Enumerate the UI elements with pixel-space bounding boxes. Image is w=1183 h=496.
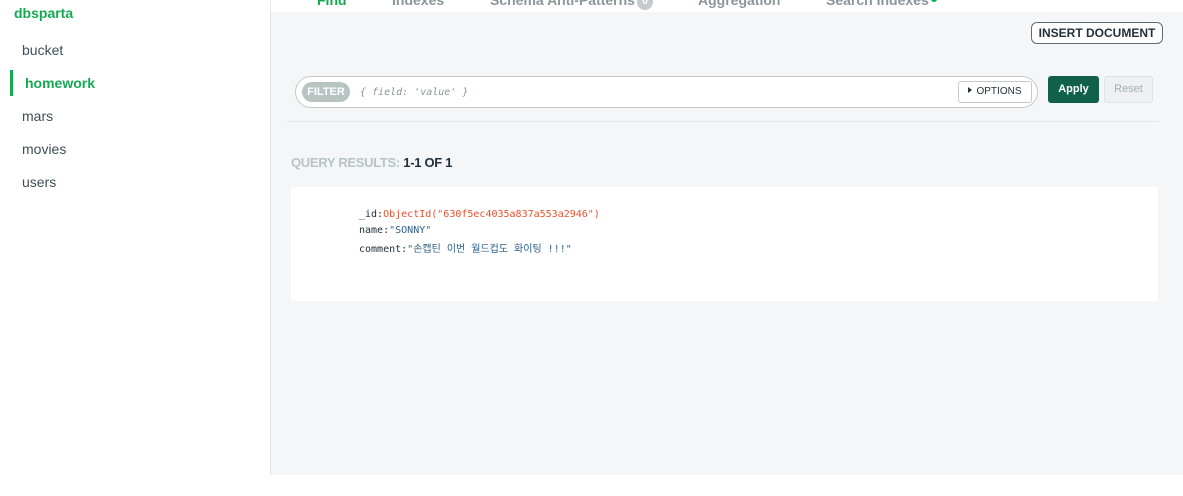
document-field-id: _id:ObjectId("630f5ec4035a837a553a2946") (359, 209, 600, 220)
document-card[interactable]: _id:ObjectId("630f5ec4035a837a553a2946")… (291, 187, 1158, 301)
database-name[interactable]: dbsparta (14, 5, 73, 21)
field-value[interactable]: "손캡틴 이번 월드컵도 화이팅 !!!" (407, 244, 572, 255)
insert-document-button[interactable]: INSERT DOCUMENT (1031, 22, 1163, 44)
divider (287, 121, 1159, 122)
field-key: comment: (359, 244, 408, 255)
filter-bar: FILTER OPTIONS (295, 76, 1038, 108)
field-value[interactable]: ObjectId("630f5ec4035a837a553a2946") (383, 209, 600, 220)
tab-schema-label: Schema Anti-Patterns (490, 0, 635, 8)
sidebar-item-homework[interactable]: homework (0, 69, 270, 97)
caret-right-icon (968, 87, 973, 93)
filter-input[interactable] (360, 81, 950, 103)
tab-bar: Find Indexes Schema Anti-Patterns 0 Aggre… (271, 0, 1183, 12)
tab-aggregation[interactable]: Aggregation (698, 0, 780, 8)
tab-search-indexes[interactable]: Search Indexes (826, 0, 937, 8)
collections-sidebar: dbsparta bucket homework mars movies use… (0, 0, 271, 475)
sidebar-item-bucket[interactable]: bucket (0, 36, 270, 64)
tab-find[interactable]: Find (317, 0, 347, 8)
query-results-summary: QUERY RESULTS: 1-1 OF 1 (291, 155, 452, 170)
results-label: QUERY RESULTS: (291, 155, 400, 170)
tab-schema-anti-patterns[interactable]: Schema Anti-Patterns 0 (490, 0, 653, 10)
apply-button[interactable]: Apply (1048, 76, 1099, 103)
status-dot-icon (930, 0, 937, 2)
options-button[interactable]: OPTIONS (958, 81, 1032, 103)
results-count: 1-1 OF 1 (403, 155, 453, 170)
filter-label: FILTER (302, 82, 350, 102)
app-window: dbsparta bucket homework mars movies use… (0, 0, 1183, 496)
options-label: OPTIONS (976, 86, 1022, 97)
document-field-name: name:"SONNY" (359, 225, 431, 236)
field-key: name: (359, 225, 390, 236)
sidebar-item-movies[interactable]: movies (0, 135, 270, 163)
sidebar-item-mars[interactable]: mars (0, 102, 270, 130)
field-value[interactable]: "SONNY" (389, 225, 431, 236)
tab-indexes[interactable]: Indexes (392, 0, 444, 8)
tab-search-label: Search Indexes (826, 0, 929, 8)
schema-count-badge: 0 (636, 0, 653, 10)
field-key: _id: (359, 209, 384, 220)
reset-button[interactable]: Reset (1104, 76, 1153, 103)
main-panel: Find Indexes Schema Anti-Patterns 0 Aggre… (271, 0, 1183, 475)
document-field-comment: comment:"손캡틴 이번 월드컵도 화이팅 !!!" (359, 240, 572, 255)
sidebar-item-users[interactable]: users (0, 168, 270, 196)
